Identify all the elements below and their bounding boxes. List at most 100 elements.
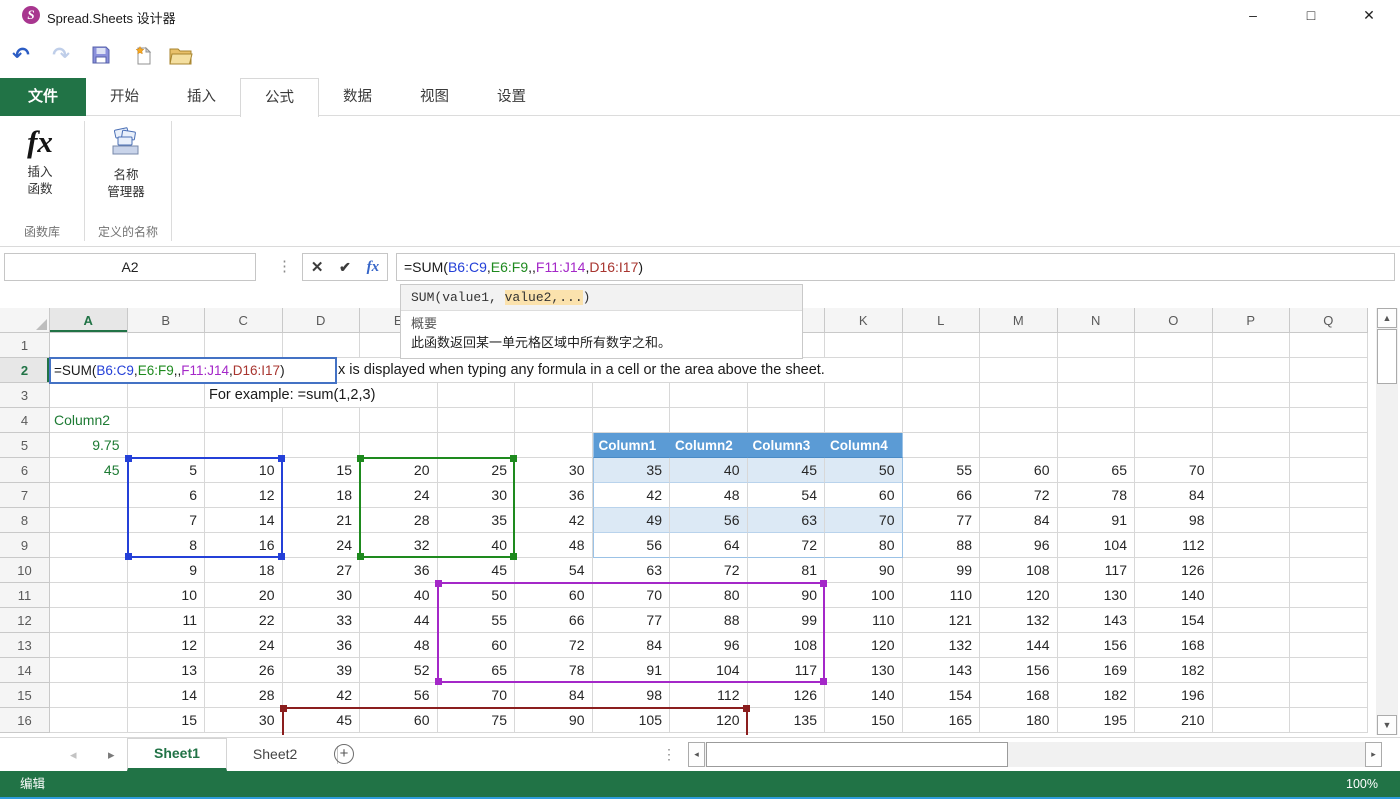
cell[interactable]: 98 [593, 683, 671, 708]
cell[interactable]: 40 [670, 458, 748, 483]
cell[interactable]: 84 [515, 683, 593, 708]
cell[interactable]: 42 [593, 483, 671, 508]
column-header-D[interactable]: D [283, 308, 361, 333]
cell[interactable]: 120 [825, 633, 903, 658]
column-header-M[interactable]: M [980, 308, 1058, 333]
cell[interactable]: 27 [283, 558, 361, 583]
cell[interactable]: 72 [670, 558, 748, 583]
column-header-L[interactable]: L [903, 308, 981, 333]
tab-bar-splitter-icon[interactable]: ⋮ [662, 738, 676, 771]
sheet-nav-right-icon[interactable]: ▸ [108, 738, 115, 772]
cell[interactable]: 30 [283, 583, 361, 608]
cell[interactable]: 48 [670, 483, 748, 508]
cell[interactable] [1290, 583, 1368, 608]
row-header-8[interactable]: 8 [0, 508, 50, 533]
cell[interactable]: 54 [515, 558, 593, 583]
row-header-14[interactable]: 14 [0, 658, 50, 683]
cell[interactable]: 24 [283, 533, 361, 558]
cell[interactable]: 108 [980, 558, 1058, 583]
ribbon-tab-插入[interactable]: 插入 [163, 78, 240, 116]
cell[interactable] [50, 658, 128, 683]
cell[interactable]: 55 [903, 458, 981, 483]
row-header-2[interactable]: 2 [0, 358, 50, 383]
cell[interactable]: 80 [825, 533, 903, 558]
cell-editor-a2[interactable]: =SUM(B6:C9,E6:F9,,F11:J14,D16:I17) [49, 357, 337, 384]
cell[interactable]: 48 [360, 633, 438, 658]
cell[interactable] [1213, 333, 1291, 358]
row-header-12[interactable]: 12 [0, 608, 50, 633]
cell[interactable]: 105 [593, 708, 671, 733]
cell[interactable]: 60 [980, 458, 1058, 483]
cell[interactable] [903, 433, 981, 458]
vertical-scrollbar[interactable]: ▲ ▼ [1376, 308, 1398, 735]
cell[interactable]: 60 [360, 708, 438, 733]
cell[interactable]: 12 [205, 483, 283, 508]
cell[interactable]: 81 [748, 558, 826, 583]
cell[interactable]: 32 [360, 533, 438, 558]
cell[interactable]: 44 [360, 608, 438, 633]
cell[interactable]: 15 [283, 458, 361, 483]
cell[interactable]: 77 [903, 508, 981, 533]
file-tab[interactable]: 文件 [0, 78, 86, 116]
add-sheet-button[interactable]: + [334, 744, 354, 764]
cell[interactable]: 143 [903, 658, 981, 683]
cell[interactable]: 22 [205, 608, 283, 633]
name-box[interactable]: A2 [4, 253, 256, 281]
zoom-level[interactable]: 100% [1346, 771, 1378, 797]
column-header-O[interactable]: O [1135, 308, 1213, 333]
cell[interactable]: 70 [438, 683, 516, 708]
save-icon[interactable] [88, 42, 114, 68]
cell[interactable]: 120 [670, 708, 748, 733]
table-header-Column1[interactable]: Column1 [593, 433, 671, 458]
cell[interactable]: 84 [593, 633, 671, 658]
scroll-right-icon[interactable]: ▸ [1365, 742, 1382, 767]
cell[interactable] [980, 433, 1058, 458]
cell[interactable]: 56 [360, 683, 438, 708]
cell[interactable]: 98 [1135, 508, 1213, 533]
cell[interactable] [515, 433, 593, 458]
cancel-icon[interactable]: ✕ [311, 258, 324, 276]
cell[interactable]: 210 [1135, 708, 1213, 733]
cell[interactable]: 21 [283, 508, 361, 533]
column-header-K[interactable]: K [825, 308, 903, 333]
cell[interactable] [670, 408, 748, 433]
cell[interactable] [1058, 433, 1136, 458]
cell[interactable] [1213, 383, 1291, 408]
cell[interactable] [1290, 383, 1368, 408]
cell[interactable]: 72 [980, 483, 1058, 508]
cell[interactable]: 25 [438, 458, 516, 483]
cell[interactable] [515, 383, 593, 408]
cell[interactable]: 117 [748, 658, 826, 683]
cell[interactable]: 45 [50, 458, 128, 483]
cell[interactable] [1135, 333, 1213, 358]
cell[interactable] [1135, 433, 1213, 458]
cell[interactable] [1213, 583, 1291, 608]
cell[interactable] [50, 683, 128, 708]
cell[interactable] [128, 408, 206, 433]
cell[interactable]: 143 [1058, 608, 1136, 633]
cell[interactable]: 72 [515, 633, 593, 658]
cell[interactable]: 104 [1058, 533, 1136, 558]
cell[interactable]: 80 [670, 583, 748, 608]
enter-icon[interactable]: ✔ [339, 259, 351, 276]
cell[interactable]: 99 [748, 608, 826, 633]
cell[interactable]: 126 [748, 683, 826, 708]
maximize-button[interactable]: □ [1288, 0, 1334, 30]
cell[interactable] [670, 383, 748, 408]
cell[interactable] [1135, 408, 1213, 433]
cell[interactable]: 66 [515, 608, 593, 633]
cell[interactable]: 7 [128, 508, 206, 533]
cell[interactable]: 10 [128, 583, 206, 608]
scroll-left-icon[interactable]: ◂ [688, 742, 705, 767]
cell[interactable] [1135, 358, 1213, 383]
cell[interactable]: 126 [1135, 558, 1213, 583]
cell[interactable]: 144 [980, 633, 1058, 658]
cell[interactable] [1213, 633, 1291, 658]
cell[interactable]: 36 [283, 633, 361, 658]
cell[interactable] [825, 333, 903, 358]
cell[interactable]: 30 [515, 458, 593, 483]
cell[interactable] [1213, 458, 1291, 483]
cell[interactable] [1290, 433, 1368, 458]
close-button[interactable]: ✕ [1346, 0, 1392, 30]
cell[interactable]: 84 [980, 508, 1058, 533]
